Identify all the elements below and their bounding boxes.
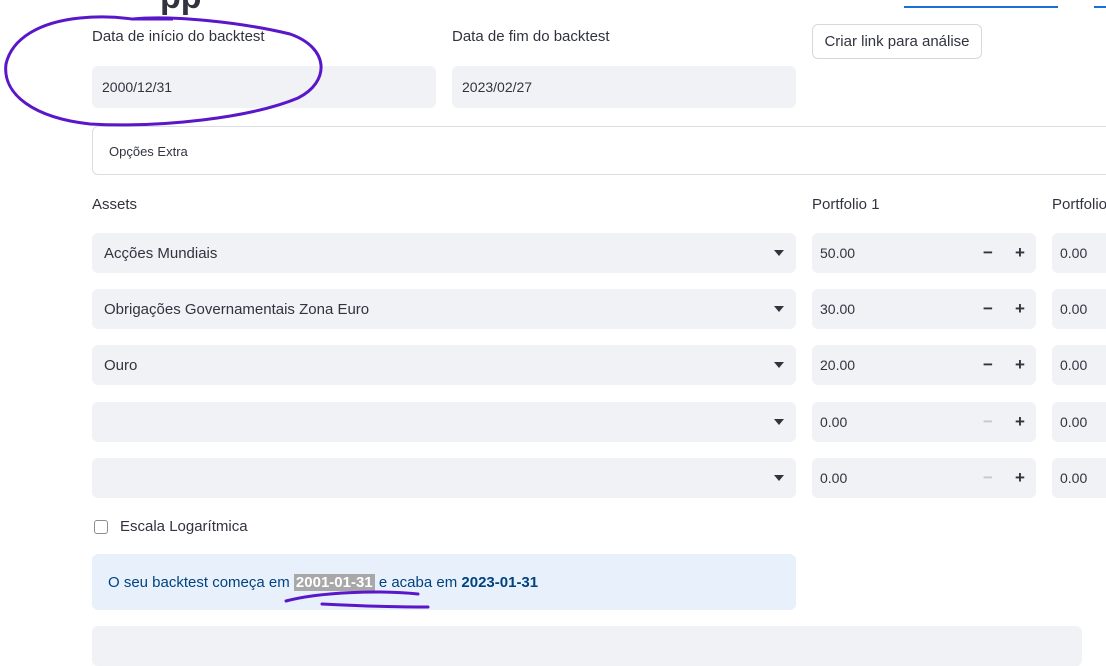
- extra-options-label: Opções Extra: [109, 144, 188, 159]
- assets-header: Assets: [92, 196, 138, 213]
- minus-icon[interactable]: −: [972, 243, 1004, 263]
- page-title-fragment: pp: [160, 0, 202, 17]
- chevron-down-icon[interactable]: [774, 250, 784, 256]
- top-link-fragment[interactable]: [904, 0, 1058, 8]
- chart-placeholder: [92, 626, 1082, 666]
- portfolio-1-value[interactable]: 20.00: [812, 357, 972, 373]
- portfolio-2-stepper[interactable]: 0.00: [1052, 233, 1106, 273]
- portfolio-1-header: Portfolio 1: [812, 196, 880, 213]
- asset-select[interactable]: [92, 458, 796, 498]
- top-link-fragment-2[interactable]: [1094, 0, 1106, 8]
- minus-icon[interactable]: −: [972, 412, 1004, 432]
- asset-select[interactable]: Acções Mundiais: [92, 233, 796, 273]
- info-middle: e acaba em: [378, 573, 458, 591]
- log-scale-checkbox[interactable]: [94, 519, 108, 534]
- portfolio-1-stepper[interactable]: 20.00 − +: [812, 345, 1036, 385]
- portfolio-2-stepper[interactable]: 0.00: [1052, 458, 1106, 498]
- plus-icon[interactable]: +: [1004, 412, 1036, 432]
- plus-icon[interactable]: +: [1004, 355, 1036, 375]
- portfolio-2-value[interactable]: 0.00: [1052, 414, 1106, 430]
- asset-select[interactable]: [92, 402, 796, 442]
- minus-icon[interactable]: −: [972, 299, 1004, 319]
- info-prefix: O seu backtest começa em: [108, 573, 290, 591]
- portfolio-2-stepper[interactable]: 0.00: [1052, 345, 1106, 385]
- end-date-input[interactable]: 2023/02/27: [452, 66, 796, 108]
- asset-select-value: Ouro: [104, 356, 138, 374]
- portfolio-1-stepper[interactable]: 30.00 − +: [812, 289, 1036, 329]
- start-date-input[interactable]: 2000/12/31: [92, 66, 436, 108]
- portfolio-2-value[interactable]: 0.00: [1052, 245, 1106, 261]
- asset-select-value: Acções Mundiais: [104, 244, 218, 262]
- portfolio-2-value[interactable]: 0.00: [1052, 357, 1106, 373]
- portfolio-1-stepper[interactable]: 50.00 − +: [812, 233, 1036, 273]
- portfolio-1-value[interactable]: 0.00: [812, 470, 972, 486]
- info-end-date: 2023-01-31: [461, 573, 539, 591]
- extra-options-expander[interactable]: Opções Extra: [92, 126, 1106, 175]
- asset-select[interactable]: Obrigações Governamentais Zona Euro: [92, 289, 796, 329]
- portfolio-2-value[interactable]: 0.00: [1052, 470, 1106, 486]
- log-scale-label: Escala Logarítmica: [120, 518, 248, 535]
- plus-icon[interactable]: +: [1004, 299, 1036, 319]
- minus-icon[interactable]: −: [972, 468, 1004, 488]
- portfolio-1-stepper[interactable]: 0.00 − +: [812, 402, 1036, 442]
- asset-select-value: Obrigações Governamentais Zona Euro: [104, 300, 370, 318]
- plus-icon[interactable]: +: [1004, 243, 1036, 263]
- plus-icon[interactable]: +: [1004, 468, 1036, 488]
- portfolio-1-value[interactable]: 30.00: [812, 301, 972, 317]
- info-start-date: 2001-01-31: [293, 573, 375, 591]
- portfolio-2-value[interactable]: 0.00: [1052, 301, 1106, 317]
- portfolio-2-header: Portfolio: [1052, 196, 1106, 213]
- end-date-label: Data de fim do backtest: [452, 28, 610, 45]
- chevron-down-icon[interactable]: [774, 362, 784, 368]
- portfolio-2-stepper[interactable]: 0.00: [1052, 289, 1106, 329]
- portfolio-1-value[interactable]: 0.00: [812, 414, 972, 430]
- portfolio-1-stepper[interactable]: 0.00 − +: [812, 458, 1036, 498]
- portfolio-1-value[interactable]: 50.00: [812, 245, 972, 261]
- chevron-down-icon[interactable]: [774, 419, 784, 425]
- log-scale-checkbox-row[interactable]: Escala Logarítmica: [94, 518, 248, 535]
- asset-select[interactable]: Ouro: [92, 345, 796, 385]
- portfolio-2-stepper[interactable]: 0.00: [1052, 402, 1106, 442]
- create-link-button[interactable]: Criar link para análise: [812, 24, 982, 59]
- chevron-down-icon[interactable]: [774, 475, 784, 481]
- start-date-label: Data de início do backtest: [92, 28, 265, 45]
- minus-icon[interactable]: −: [972, 355, 1004, 375]
- chevron-down-icon[interactable]: [774, 306, 784, 312]
- backtest-info-box: O seu backtest começa em 2001-01-31 e ac…: [92, 554, 796, 610]
